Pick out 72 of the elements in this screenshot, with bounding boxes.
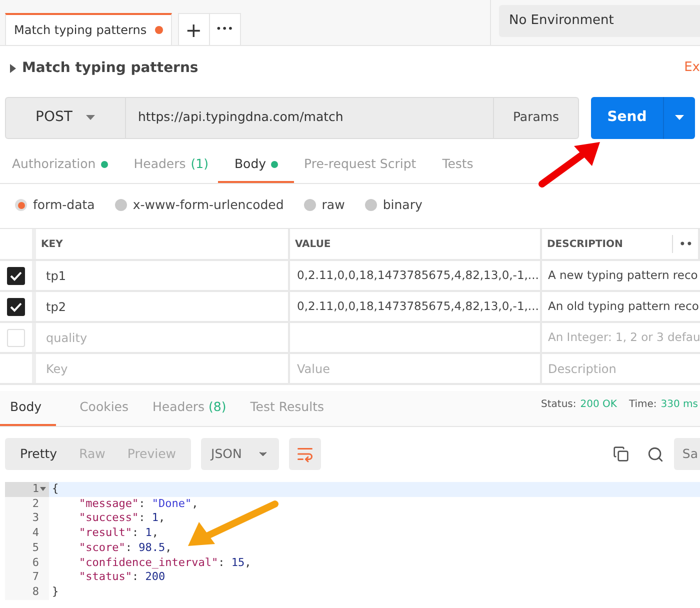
code-token: { — [52, 482, 59, 495]
key-cell[interactable]: tp1 — [46, 266, 66, 284]
caret-icon — [675, 115, 684, 120]
line-number: 5 — [32, 540, 39, 556]
code-token: , — [152, 526, 158, 540]
line-number: 2 — [32, 496, 39, 512]
new-tab-button[interactable]: + — [178, 14, 210, 45]
line-number: 1 — [32, 482, 39, 497]
line-number: 7 — [32, 570, 39, 585]
code-token: 98.5 — [138, 540, 166, 554]
time-value: 330 ms — [660, 398, 698, 412]
key-cell[interactable]: tp2 — [46, 298, 66, 316]
checkmark-icon — [10, 270, 22, 280]
code-token: 200 — [145, 570, 166, 584]
request-tab[interactable]: Match typing patterns — [5, 13, 172, 45]
code-token: : — [138, 496, 146, 510]
column-header: KEY — [41, 238, 63, 252]
line-number: 3 — [32, 511, 39, 526]
code-token: , — [158, 511, 166, 524]
wrap-button[interactable] — [289, 438, 322, 470]
wrap-icon — [296, 445, 314, 463]
code-token: : — [218, 556, 226, 569]
checkmark-icon — [10, 302, 22, 312]
request-name: Match typing patterns — [22, 58, 198, 78]
status-label: Status: — [541, 398, 576, 412]
status-value: 200 OK — [580, 398, 617, 412]
code-token: , — [192, 496, 198, 510]
code-token: , — [165, 540, 172, 554]
request-section-tab[interactable]: Body — [218, 148, 294, 183]
environment-select[interactable]: No Environment — [499, 5, 700, 37]
body-type-radio[interactable]: x-www-form-urlencoded — [114, 196, 284, 214]
code-token: 1 — [152, 511, 158, 524]
code-token: : — [138, 511, 146, 524]
code-token: "success" — [79, 511, 139, 524]
code-token: : — [132, 526, 140, 540]
description-cell[interactable]: An old typing pattern reco — [548, 298, 699, 316]
fold-icon[interactable] — [40, 487, 46, 492]
expand-icon[interactable] — [10, 64, 16, 72]
more-button[interactable]: ••• — [210, 14, 240, 45]
code-token: "result" — [79, 526, 132, 540]
body-type-radio[interactable]: binary — [364, 196, 422, 214]
code-token: "score" — [79, 540, 126, 554]
code-token: : — [132, 570, 140, 584]
code-token: "Done" — [152, 496, 192, 510]
value-cell[interactable]: 0,2.11,0,0,18,1473785675,4,82,13,0,-1,... — [297, 298, 539, 316]
code-token: : — [125, 540, 133, 554]
search-icon[interactable] — [647, 446, 664, 462]
body-type-radio[interactable]: raw — [304, 196, 345, 214]
code-token: 1 — [145, 526, 152, 540]
line-number: 4 — [32, 526, 39, 541]
row-checkbox[interactable] — [7, 298, 25, 316]
column-header: DESCRIPTION — [547, 238, 623, 252]
code-token: "confidence_interval" — [79, 556, 218, 569]
value-cell[interactable]: 0,2.11,0,0,18,1473785675,4,82,13,0,-1,... — [297, 266, 539, 284]
column-header: VALUE — [295, 238, 331, 252]
copy-icon[interactable] — [613, 446, 630, 462]
response-tab[interactable]: Body — [0, 391, 56, 426]
format-select[interactable]: JSON — [201, 438, 280, 470]
body-type-radio[interactable]: form-data — [15, 196, 95, 214]
code-token: "status" — [79, 570, 132, 584]
time-label: Time: — [628, 398, 657, 412]
code-token: , — [244, 556, 252, 569]
save-button[interactable]: Sa — [674, 438, 700, 470]
row-checkbox[interactable] — [7, 266, 25, 284]
code-token: 15 — [231, 556, 245, 569]
line-number: 6 — [32, 556, 39, 570]
view-mode-tab[interactable]: Pretty — [9, 438, 68, 470]
line-number: 8 — [32, 584, 39, 600]
row-checkbox[interactable] — [7, 328, 25, 346]
description-cell[interactable]: A new typing pattern reco — [548, 266, 698, 284]
code-token: } — [52, 584, 59, 598]
code-token: "message" — [79, 496, 139, 510]
